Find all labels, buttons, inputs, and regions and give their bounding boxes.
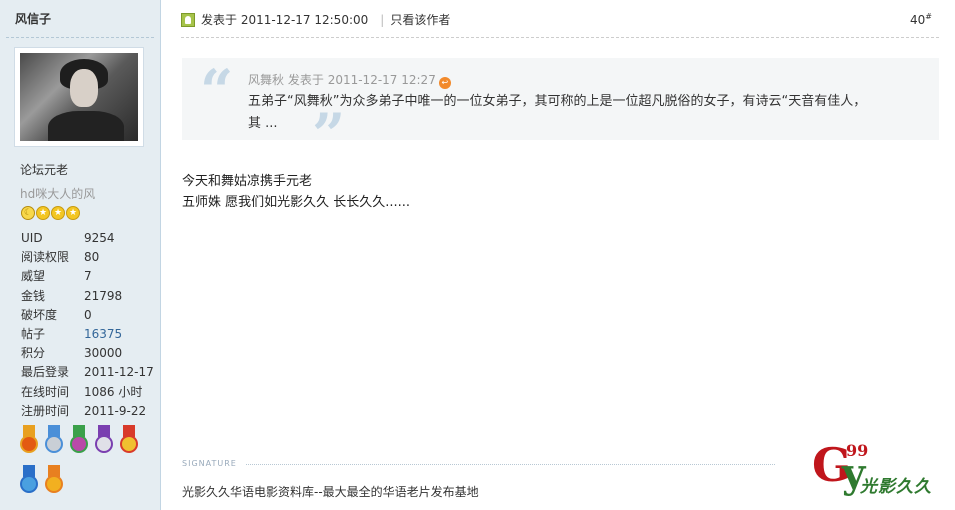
- stat-row: UID 9254: [21, 229, 154, 248]
- quote-time: 2011-12-17 12:27: [327, 73, 436, 87]
- stat-value: 2011-9-22: [84, 403, 147, 418]
- divider: [181, 37, 939, 38]
- stat-row: 注册时间 2011-9-22: [21, 402, 154, 421]
- quote-text: 五弟子“风舞秋”为众多弟子中唯一的一位女弟子，其可称的上是一位超凡脱俗的女子，有…: [248, 91, 918, 135]
- separator: |: [380, 12, 385, 27]
- stat-label: 注册时间: [21, 403, 70, 418]
- stat-label: 威望: [21, 269, 46, 284]
- watermark-text: 光影久久: [860, 477, 932, 497]
- stat-label: 帖子: [21, 326, 46, 341]
- avatar[interactable]: [14, 47, 144, 147]
- post-meta: 发表于 2011-12-17 12:50:00 | 只看该作者: [181, 11, 450, 28]
- medal-icon[interactable]: [45, 425, 63, 455]
- stat-label: 破坏度: [21, 307, 58, 322]
- stat-row: 最后登录 2011-12-17: [21, 363, 154, 382]
- post-content: 今天和舞姑凉携手元老 五师姝 愿我们如光影久久 长长久久......: [182, 171, 410, 213]
- stat-value: 1086 小时: [84, 384, 143, 399]
- star-icon: ★: [36, 206, 50, 220]
- stat-row: 金钱 21798: [21, 287, 154, 306]
- stat-value: 0: [84, 307, 92, 322]
- quote-open-icon: “: [200, 57, 234, 125]
- stat-value: 2011-12-17: [84, 365, 154, 380]
- custom-title: hd咪大人的风: [20, 187, 96, 201]
- medal-icon[interactable]: [20, 425, 38, 455]
- stat-value: 21798: [84, 288, 123, 303]
- star-icon: ★: [66, 206, 80, 220]
- author-name[interactable]: 风信子: [15, 10, 51, 27]
- quote-line: 五弟子“风舞秋”为众多弟子中唯一的一位女弟子，其可称的上是一位超凡脱俗的女子，有…: [248, 94, 867, 109]
- quote-block: “ ” 风舞秋 发表于 2011-12-17 12:27 ↩ 五弟子“风舞秋”为众…: [182, 57, 939, 164]
- user-online-icon: [181, 12, 195, 27]
- stat-row: 威望 7: [21, 267, 154, 286]
- stat-label: 金钱: [21, 288, 46, 303]
- signature-divider: [246, 464, 775, 465]
- stat-value: 9254: [84, 231, 115, 245]
- stat-row: 破坏度 0: [21, 306, 154, 325]
- content-line: 五师姝 愿我们如光影久久 长长久久......: [182, 195, 411, 210]
- stat-value: 7: [84, 269, 92, 284]
- signature-label: SIGNATURE: [182, 459, 237, 468]
- goto-post-icon[interactable]: ↩: [438, 77, 451, 89]
- stat-row: 阅读权限 80: [21, 248, 154, 267]
- medal-icon[interactable]: [120, 425, 138, 455]
- stat-label: 在线时间: [21, 384, 70, 399]
- signature-text: 光影久久华语电影资料库--最大最全的华语老片发布基地: [182, 485, 479, 499]
- avatar-image: [20, 53, 138, 141]
- stat-value[interactable]: 16375: [84, 325, 122, 344]
- stat-label: 阅读权限: [21, 250, 70, 265]
- stat-row: 积分 30000: [21, 344, 154, 363]
- watermark-number: 99: [846, 441, 869, 460]
- medal-icon[interactable]: [45, 465, 63, 495]
- stat-value: 80: [84, 250, 100, 265]
- floor-number[interactable]: 40#: [910, 12, 932, 27]
- site-watermark-logo: G y 99 光影久久: [812, 440, 952, 500]
- quote-posted-label: 发表于: [287, 73, 324, 87]
- rank-stars: ☾ ★ ★ ★: [21, 206, 80, 220]
- divider: [6, 37, 154, 38]
- stat-label: 积分: [21, 346, 46, 361]
- stat-label: 最后登录: [21, 365, 70, 380]
- quote-author: 风舞秋: [248, 73, 285, 87]
- only-author-link[interactable]: 只看该作者: [390, 11, 450, 28]
- content-line: 今天和舞姑凉携手元老: [182, 174, 313, 189]
- stat-label: UID: [21, 231, 43, 245]
- stat-row: 帖子 16375: [21, 325, 154, 344]
- post-time: 发表于 2011-12-17 12:50:00: [201, 13, 369, 27]
- quote-line: 其 ...: [248, 116, 278, 131]
- quote-header: 风舞秋 发表于 2011-12-17 12:27 ↩: [248, 71, 451, 89]
- moon-icon: ☾: [21, 206, 35, 220]
- stat-value: 30000: [84, 346, 123, 361]
- medal-icon[interactable]: [70, 425, 88, 455]
- user-group[interactable]: 论坛元老: [20, 161, 68, 178]
- user-stats: UID 9254 阅读权限 80 威望 7 金钱 21798 破坏度 0 帖子 16375 积分 3000…: [21, 229, 154, 421]
- stat-row: 在线时间 1086 小时: [21, 383, 154, 402]
- star-icon: ★: [51, 206, 65, 220]
- author-panel: 风信子 论坛元老 hd咪大人的风 ☾ ★ ★ ★ UID 9254 阅读权限 80 威望…: [0, 0, 161, 510]
- medal-icon[interactable]: [20, 465, 38, 495]
- medal-icon[interactable]: [95, 425, 113, 455]
